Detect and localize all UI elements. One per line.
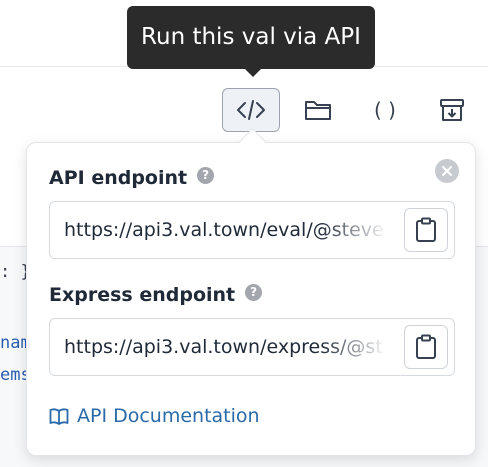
- help-icon[interactable]: ?: [245, 284, 263, 301]
- parentheses-button[interactable]: ( ): [356, 88, 414, 132]
- run-via-api-button[interactable]: [222, 88, 280, 132]
- archive-button[interactable]: [423, 88, 481, 132]
- text-fade: [320, 202, 400, 258]
- api-documentation-link[interactable]: API Documentation: [49, 405, 260, 427]
- code-icon: [237, 100, 265, 120]
- express-endpoint-label: Express endpoint: [49, 284, 236, 306]
- api-endpoint-label: API endpoint: [49, 167, 188, 189]
- express-endpoint-heading: Express endpoint?: [49, 284, 263, 306]
- close-icon: [442, 166, 452, 176]
- api-endpoint-field: [49, 201, 455, 259]
- folder-icon: [305, 101, 331, 120]
- help-icon[interactable]: ?: [197, 167, 215, 184]
- clipboard-icon: [416, 334, 436, 359]
- tooltip: Run this val via API: [127, 6, 375, 69]
- folder-button[interactable]: [289, 88, 347, 132]
- api-popover: API endpoint? Express endpoint? API Do: [26, 142, 476, 456]
- copy-api-endpoint-button[interactable]: [404, 208, 448, 252]
- text-fade: [320, 319, 400, 375]
- api-documentation-label: API Documentation: [77, 405, 260, 427]
- parentheses-icon: ( ): [374, 98, 396, 122]
- archive-icon: [440, 99, 464, 121]
- clipboard-icon: [416, 217, 436, 242]
- close-button[interactable]: [435, 159, 459, 183]
- express-endpoint-field: [49, 318, 455, 376]
- tooltip-arrow: [244, 68, 262, 77]
- book-icon: [49, 408, 69, 425]
- copy-express-endpoint-button[interactable]: [404, 325, 448, 369]
- api-endpoint-heading: API endpoint?: [49, 167, 215, 189]
